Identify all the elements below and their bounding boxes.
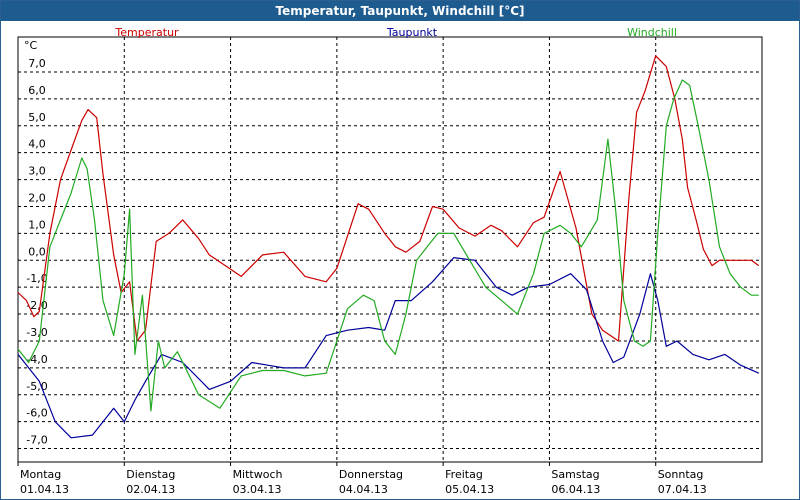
y-axis-unit-label: °C bbox=[24, 39, 38, 52]
y-tick-label: 7,0 bbox=[28, 57, 46, 70]
legend-entry-windchill: Windchill bbox=[627, 26, 677, 39]
x-tick-label-date: 02.04.13 bbox=[126, 483, 175, 496]
y-tick-label: 5,0 bbox=[28, 111, 46, 124]
y-tick-label: -3,0 bbox=[26, 326, 47, 339]
series-line-taupunkt bbox=[17, 257, 760, 439]
x-tick-label-day: Freitag bbox=[445, 468, 483, 481]
x-tick-label-date: 06.04.13 bbox=[551, 483, 600, 496]
legend-entry-taupunkt: Taupunkt bbox=[386, 26, 438, 39]
y-tick-label: 1,0 bbox=[28, 218, 46, 231]
x-tick-label-day: Mittwoch bbox=[233, 468, 283, 481]
y-tick-label: 6,0 bbox=[28, 84, 46, 97]
grid bbox=[18, 37, 762, 462]
series-lines bbox=[17, 55, 760, 439]
y-tick-label: 0,0 bbox=[28, 245, 46, 258]
y-tick-label: -7,0 bbox=[26, 434, 47, 447]
x-tick-label-day: Donnerstag bbox=[339, 468, 403, 481]
plot-area-border bbox=[17, 36, 763, 463]
x-tick-label-day: Sonntag bbox=[658, 468, 704, 481]
y-tick-label: -6,0 bbox=[26, 407, 47, 420]
series-line-windchill bbox=[17, 79, 759, 412]
axes: -7,0-6,0-5,0-4,0-3,0-2,0-1,00,01,02,03,0… bbox=[17, 36, 763, 496]
x-tick-label-day: Montag bbox=[20, 468, 61, 481]
y-tick-label: 2,0 bbox=[28, 191, 46, 204]
legend-entry-temperatur: Temperatur bbox=[114, 26, 179, 39]
y-tick-label: -2,0 bbox=[26, 299, 47, 312]
y-tick-label: -5,0 bbox=[26, 380, 47, 393]
y-tick-label: 3,0 bbox=[28, 165, 46, 178]
y-tick-label: 4,0 bbox=[28, 138, 46, 151]
x-tick-label-day: Samstag bbox=[551, 468, 599, 481]
x-tick-label-date: 04.04.13 bbox=[339, 483, 388, 496]
y-tick-label: -4,0 bbox=[26, 353, 47, 366]
x-tick-label-date: 03.04.13 bbox=[233, 483, 282, 496]
line-chart: -7,0-6,0-5,0-4,0-3,0-2,0-1,00,01,02,03,0… bbox=[17, 26, 763, 496]
x-tick-label-date: 05.04.13 bbox=[445, 483, 494, 496]
x-tick-label-date: 01.04.13 bbox=[20, 483, 69, 496]
x-tick-label-day: Dienstag bbox=[126, 468, 175, 481]
series-line-temperatur bbox=[17, 55, 760, 342]
x-tick-label-date: 07.04.13 bbox=[658, 483, 707, 496]
